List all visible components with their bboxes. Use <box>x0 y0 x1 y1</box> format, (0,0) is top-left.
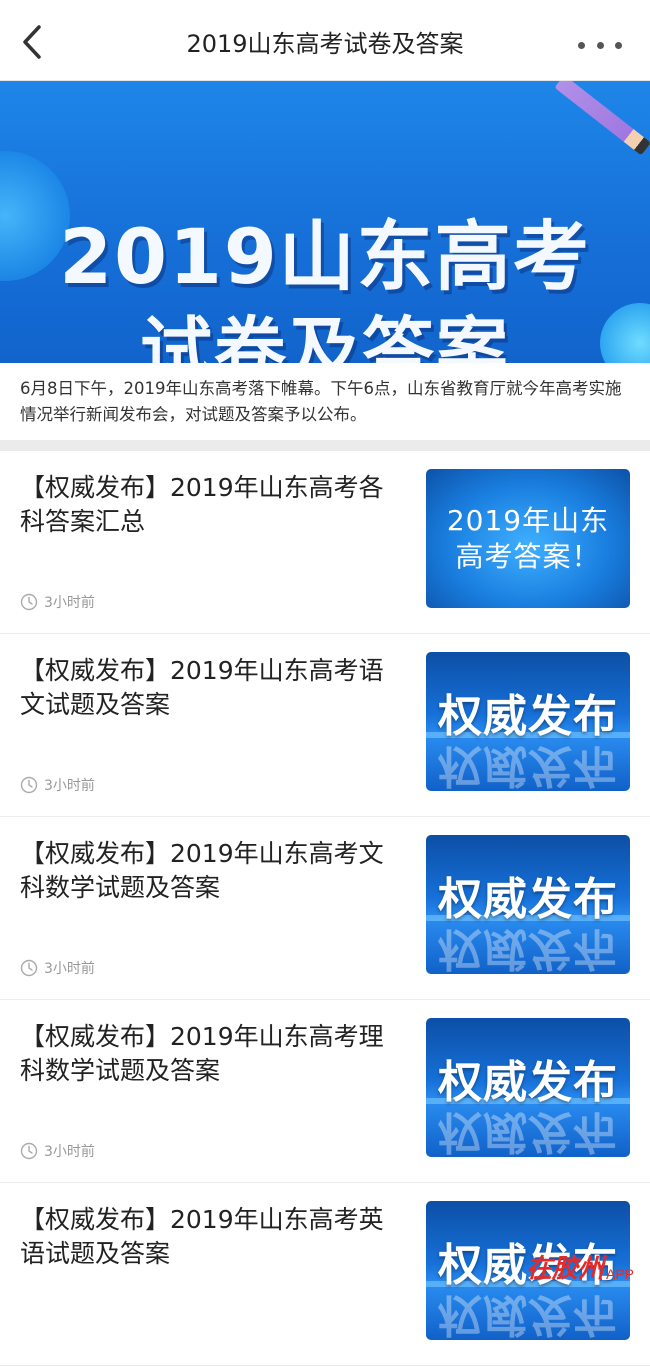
article-list: 【权威发布】2019年山东高考各科答案汇总 3小时前 2019年山东 高考答案！… <box>0 451 650 1366</box>
article-thumbnail[interactable]: 权威发布 权威发布 <box>426 1201 630 1340</box>
thumbnail-reflection: 权威发布 <box>438 740 618 791</box>
article-time-label: 3小时前 <box>44 595 95 611</box>
article-title: 【权威发布】2019年山东高考文科数学试题及答案 <box>20 839 384 902</box>
banner-title-line2: 试卷及答案 <box>139 309 510 363</box>
article-thumbnail[interactable]: 2019年山东 高考答案！ <box>426 469 630 608</box>
thumbnail-text: 权威发布 <box>438 874 618 925</box>
clock-icon <box>20 593 38 611</box>
thumbnail-text: 2019年山东 <box>446 503 610 537</box>
back-button[interactable] <box>12 22 52 62</box>
thumbnail-text: 高考答案！ <box>455 539 601 573</box>
article-item[interactable]: 【权威发布】2019年山东高考理科数学试题及答案 3小时前 权威发布 权威发布 <box>0 1000 650 1183</box>
more-dots-icon <box>578 41 585 49</box>
clock-icon <box>20 776 38 794</box>
article-item[interactable]: 【权威发布】2019年山东高考语文试题及答案 3小时前 权威发布 权威发布 <box>0 634 650 817</box>
article-time: 3小时前 <box>20 774 95 796</box>
article-time-label: 3小时前 <box>44 778 95 794</box>
article-item[interactable]: 【权威发布】2019年山东高考各科答案汇总 3小时前 2019年山东 高考答案！ <box>0 451 650 634</box>
page-title: 2019山东高考试卷及答案 <box>186 30 464 58</box>
thumbnail-reflection: 权威发布 <box>438 1106 618 1157</box>
thumbnail-reflection: 权威发布 <box>438 1289 618 1340</box>
top-nav-bar: 2019山东高考试卷及答案 <box>0 0 650 81</box>
section-divider <box>0 440 650 451</box>
clock-icon <box>20 1142 38 1160</box>
article-time: 3小时前 <box>20 591 95 613</box>
more-options-button[interactable] <box>578 30 622 60</box>
article-title: 【权威发布】2019年山东高考各科答案汇总 <box>20 473 384 536</box>
clock-icon <box>20 959 38 977</box>
thumbnail-text: 权威发布 <box>438 691 618 742</box>
article-thumbnail[interactable]: 权威发布 权威发布 <box>426 1018 630 1157</box>
article-title: 【权威发布】2019年山东高考英语试题及答案 <box>20 1205 384 1268</box>
article-title: 【权威发布】2019年山东高考语文试题及答案 <box>20 656 384 719</box>
article-title: 【权威发布】2019年山东高考理科数学试题及答案 <box>20 1022 384 1085</box>
intro-text: 6月8日下午，2019年山东高考落下帷幕。下午6点，山东省教育厅就今年高考实施情… <box>20 379 622 424</box>
article-time: 3小时前 <box>20 1140 95 1162</box>
article-thumbnail[interactable]: 权威发布 权威发布 <box>426 835 630 974</box>
article-time-label: 3小时前 <box>44 961 95 977</box>
header-banner: 2019山东高考 试卷及答案 <box>0 81 650 363</box>
pencil-icon <box>554 81 650 156</box>
banner-title-line1: 2019山东高考 <box>59 212 591 301</box>
thumbnail-text: 权威发布 <box>438 1057 618 1108</box>
chevron-left-icon <box>23 25 41 59</box>
article-item[interactable]: 【权威发布】2019年山东高考文科数学试题及答案 3小时前 权威发布 权威发布 <box>0 817 650 1000</box>
thumbnail-text: 权威发布 <box>438 1240 618 1291</box>
thumbnail-reflection: 权威发布 <box>438 923 618 974</box>
article-time-label: 3小时前 <box>44 1144 95 1160</box>
article-time: 3小时前 <box>20 957 95 979</box>
article-thumbnail[interactable]: 权威发布 权威发布 <box>426 652 630 791</box>
article-item[interactable]: 【权威发布】2019年山东高考英语试题及答案 权威发布 权威发布 <box>0 1183 650 1366</box>
